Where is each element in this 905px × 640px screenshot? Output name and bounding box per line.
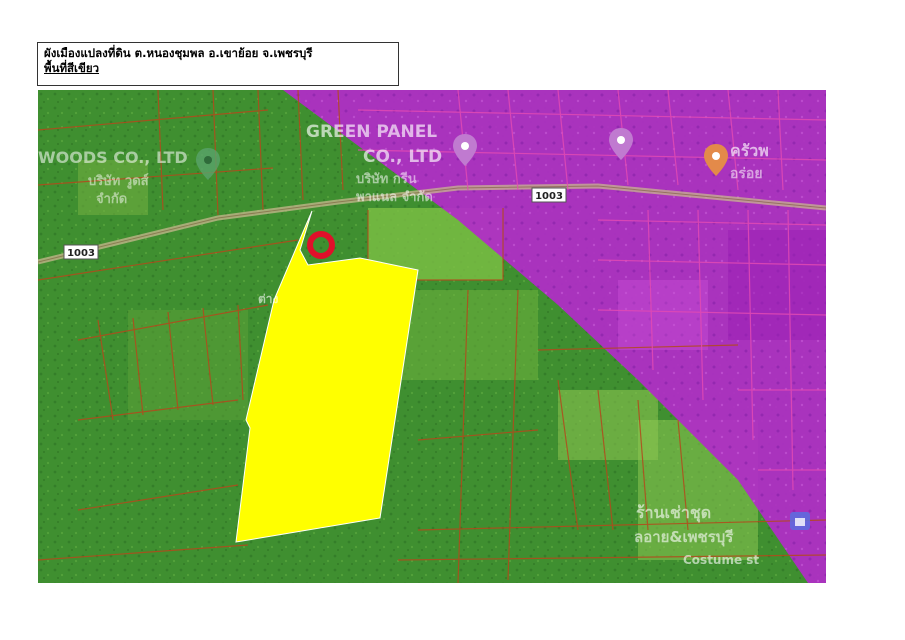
green-panel-thai-label: บริษัท กรีน	[356, 171, 417, 187]
map-subtitle: พื้นที่สีเขียว	[44, 61, 100, 75]
shop-pin-icon	[790, 512, 810, 530]
map-canvas: 1003 1003 WOODS CO., LTD บริษัท วูดส์ จำ…	[38, 90, 826, 583]
woods-label: WOODS CO., LTD	[38, 148, 188, 167]
road-shield-left: 1003	[63, 244, 99, 260]
road-shield-right: 1003	[531, 187, 567, 203]
green-panel-label-2: CO., LTD	[363, 147, 442, 167]
woods-thai-label-2: จำกัด	[96, 191, 127, 207]
green-panel-label-1: GREEN PANEL	[306, 122, 437, 142]
map-title: ผังเมืองแปลงที่ดิน ต.หนองชุมพล อ.เขาย้อย…	[44, 46, 313, 60]
shop-label-2: ลอาย&เพชรบุรี	[634, 528, 734, 547]
green-panel-thai-label-2: พาแนล จำกัด	[356, 189, 433, 205]
shop-label-en: Costume st	[683, 553, 759, 567]
partial-label: ต่าง	[258, 292, 279, 306]
restaurant-label: ครัวพ	[730, 141, 769, 160]
shop-label: ร้านเช่าชุด	[636, 503, 711, 523]
map-title-box: ผังเมืองแปลงที่ดิน ต.หนองชุมพล อ.เขาย้อย…	[37, 42, 399, 86]
woods-thai-label: บริษัท วูดส์	[88, 173, 149, 189]
svg-text:1003: 1003	[67, 248, 95, 259]
zoning-map[interactable]: 1003 1003 WOODS CO., LTD บริษัท วูดส์ จำ…	[38, 90, 826, 583]
restaurant-label-2: อร่อย	[730, 166, 763, 182]
svg-text:1003: 1003	[535, 191, 563, 202]
